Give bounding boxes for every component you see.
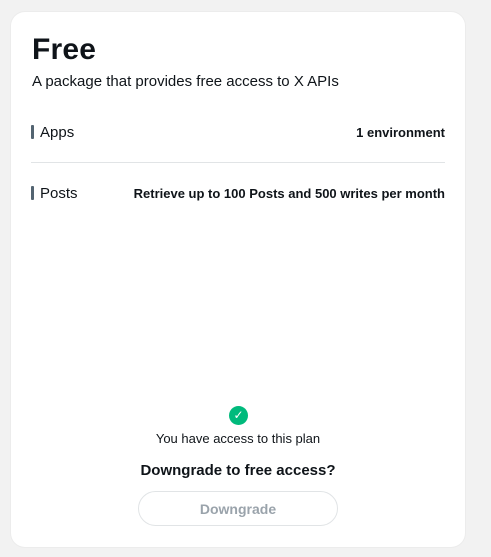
access-status-text: You have access to this plan: [155, 431, 321, 446]
feature-label-text: Posts: [40, 184, 78, 202]
plan-card: Free A package that provides free access…: [11, 12, 465, 547]
plan-title: Free: [32, 33, 97, 66]
downgrade-button[interactable]: Downgrade: [138, 491, 338, 526]
feature-row-posts: Posts Retrieve up to 100 Posts and 500 w…: [31, 182, 445, 204]
divider: [31, 162, 445, 163]
feature-label-posts: Posts: [31, 185, 78, 202]
feature-label-apps: Apps: [31, 124, 74, 141]
check-circle-icon: ✓: [229, 406, 248, 425]
feature-label-text: Apps: [40, 123, 75, 141]
feature-row-apps: Apps 1 environment: [31, 121, 445, 143]
feature-bar-icon: [31, 186, 34, 200]
downgrade-heading: Downgrade to free access?: [140, 462, 336, 479]
feature-value-posts: Retrieve up to 100 Posts and 500 writes …: [133, 185, 445, 201]
plan-subtitle: A package that provides free access to X…: [32, 73, 339, 90]
feature-bar-icon: [31, 125, 34, 139]
feature-value-apps: 1 environment: [356, 124, 445, 140]
